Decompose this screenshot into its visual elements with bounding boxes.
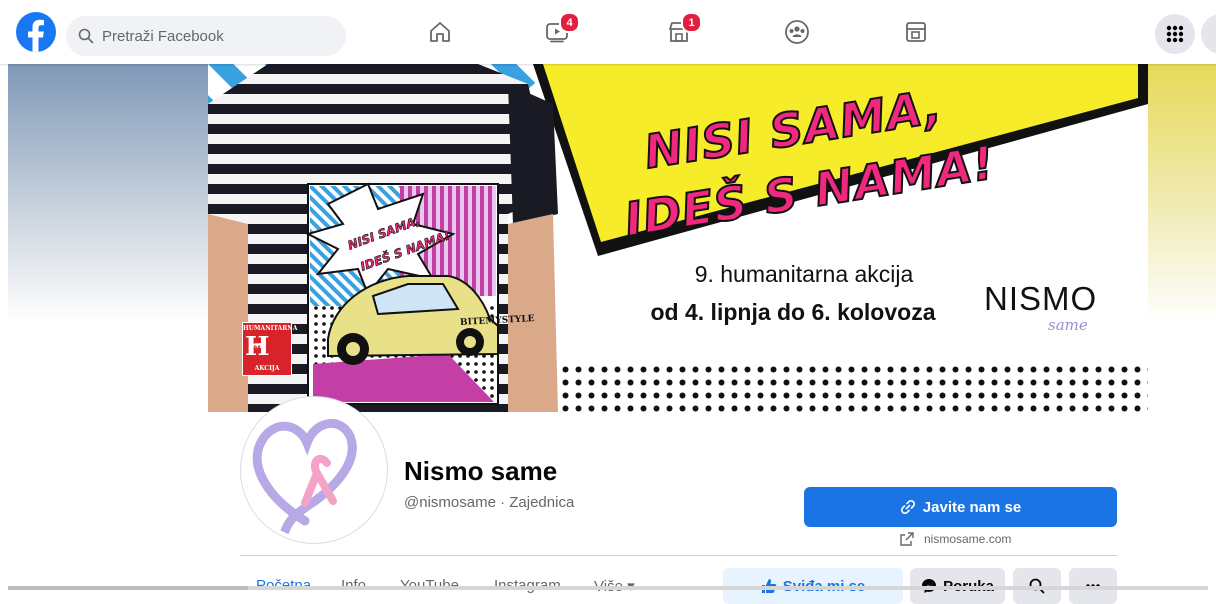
stamp-top-text: HUMANITARNA <box>243 325 298 332</box>
cover-subline-2: od 4. lipnja do 6. kolovoza <box>650 299 936 325</box>
nav-gaming[interactable] <box>898 14 934 50</box>
cover-blur-left <box>8 64 208 324</box>
page-handle-category: @nismosame · Zajednica <box>404 494 575 511</box>
search-box[interactable] <box>66 16 346 56</box>
menu-grid-icon <box>1166 25 1184 43</box>
search-icon <box>78 28 94 44</box>
stamp-bottom-text: AKCIJA <box>254 365 280 372</box>
humanitarian-stamp-logo: HUMANITARNA H OST AKCIJA <box>242 322 298 376</box>
marketplace-notification-badge: 1 <box>681 12 702 33</box>
home-icon <box>430 22 450 42</box>
external-link-icon <box>900 532 914 546</box>
link-icon <box>900 500 915 514</box>
gaming-icon <box>906 22 926 42</box>
cover-blur-right <box>1148 64 1216 324</box>
cover-brand-name: NISMO <box>984 280 1098 317</box>
nav-groups[interactable] <box>779 14 815 50</box>
cover-brand-script: same <box>1048 316 1088 334</box>
nav-watch[interactable]: 4 <box>539 12 580 50</box>
horizontal-scrollbar[interactable] <box>8 586 1208 590</box>
account-button[interactable] <box>1201 14 1216 54</box>
watch-notification-badge: 4 <box>559 12 580 33</box>
cover-photo[interactable]: NISI SAMA, IDEŠ S NAMA! 9. humanitarna a… <box>208 64 1148 412</box>
menu-button[interactable] <box>1155 14 1195 54</box>
facebook-logo-icon[interactable] <box>16 12 56 52</box>
scrollbar-thumb[interactable] <box>8 586 248 590</box>
page-title: Nismo same <box>404 456 558 486</box>
cover-subline-1: 9. humanitarna akcija <box>694 261 914 287</box>
profile-avatar[interactable] <box>241 397 387 543</box>
profile-divider <box>240 555 1117 556</box>
nav-marketplace[interactable]: 1 <box>661 12 702 50</box>
contact-us-button[interactable]: Javite nam se <box>804 487 1117 527</box>
website-link[interactable]: nismosame.com <box>900 532 1011 546</box>
top-navigation-bar: 4 1 <box>0 0 1216 64</box>
search-input[interactable] <box>100 26 334 46</box>
contact-us-label: Javite nam se <box>922 498 1022 516</box>
stamp-mid-text: OST <box>249 343 264 350</box>
heart-ribbon-logo-icon <box>252 418 357 536</box>
website-url: nismosame.com <box>924 532 1012 546</box>
nav-home[interactable] <box>422 14 458 50</box>
groups-icon <box>785 20 809 44</box>
